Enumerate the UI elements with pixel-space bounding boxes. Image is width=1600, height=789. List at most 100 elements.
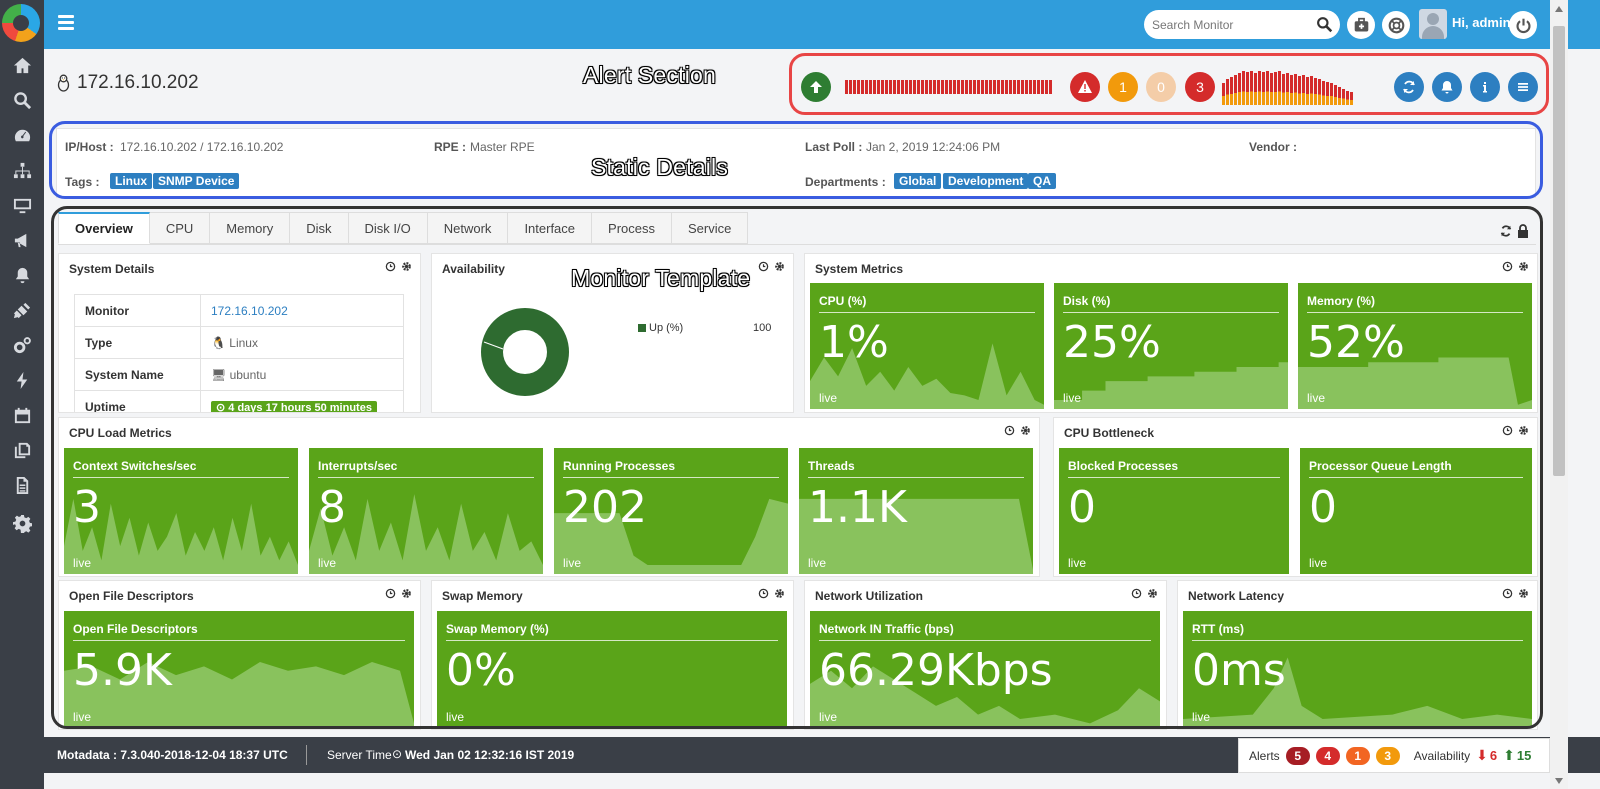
app-logo[interactable] xyxy=(2,4,40,42)
availability-bar xyxy=(993,80,996,94)
bolt-icon[interactable] xyxy=(0,362,44,398)
notification-bell-icon[interactable] xyxy=(1432,72,1462,102)
availability-bar xyxy=(913,80,916,94)
megaphone-icon[interactable] xyxy=(0,222,44,258)
copy-icon[interactable] xyxy=(0,432,44,468)
support-icon[interactable] xyxy=(1382,11,1410,39)
availability-bar xyxy=(885,80,888,94)
critical-alert-count[interactable]: 3 xyxy=(1185,72,1215,102)
settings-cogs-icon[interactable] xyxy=(0,327,44,363)
topology-icon[interactable] xyxy=(0,152,44,188)
alert-history-bar xyxy=(1250,71,1253,105)
availability-bar xyxy=(853,80,856,94)
availability-bar xyxy=(953,80,956,94)
alert-count-critical[interactable]: 4 xyxy=(1315,746,1340,765)
power-icon[interactable] xyxy=(1509,11,1537,39)
dashboard-icon[interactable] xyxy=(0,117,44,153)
alert-history-bar xyxy=(1242,71,1245,105)
menu-icon[interactable] xyxy=(1508,72,1538,102)
menu-toggle-icon[interactable] xyxy=(58,15,74,33)
alerts-label: Alerts xyxy=(1249,748,1280,763)
search-icon[interactable] xyxy=(1316,16,1333,33)
scrollbar-thumb[interactable] xyxy=(1553,26,1565,476)
availability-bar xyxy=(1005,80,1008,94)
availability-bar xyxy=(985,80,988,94)
minor-alert-count[interactable]: 0 xyxy=(1146,72,1176,102)
availability-bar xyxy=(877,80,880,94)
availability-bar xyxy=(905,80,908,94)
search-icon[interactable] xyxy=(0,82,44,118)
availability-bar xyxy=(1045,80,1048,94)
alert-history-bar xyxy=(1262,72,1265,105)
avatar[interactable] xyxy=(1419,9,1447,39)
availability-bar xyxy=(909,80,912,94)
down-arrow-icon: ⬇ xyxy=(1476,747,1488,763)
availability-bar xyxy=(945,80,948,94)
search-input[interactable] xyxy=(1152,15,1312,34)
scroll-down-arrow[interactable] xyxy=(1555,778,1563,784)
alert-history-bar xyxy=(1350,92,1353,105)
alert-history-bar xyxy=(1278,71,1281,105)
alert-history-bar xyxy=(1338,87,1341,105)
first-aid-icon[interactable] xyxy=(1347,11,1375,39)
monitor-icon[interactable] xyxy=(0,187,44,223)
report-icon[interactable] xyxy=(0,467,44,503)
alert-history-bar xyxy=(1346,91,1349,105)
alert-history-bar xyxy=(1294,74,1297,105)
up-count[interactable]: 15 xyxy=(1517,748,1531,763)
alert-count-major[interactable]: 1 xyxy=(1345,746,1370,765)
alert-count-minor[interactable]: 3 xyxy=(1375,746,1400,765)
status-up-icon[interactable] xyxy=(801,72,831,102)
availability-bar xyxy=(873,80,876,94)
availability-bar xyxy=(865,80,868,94)
availability-bar xyxy=(933,80,936,94)
info-icon[interactable] xyxy=(1470,72,1500,102)
availability-bar xyxy=(1021,80,1024,94)
alert-count-down[interactable]: 5 xyxy=(1285,746,1310,765)
plug-icon[interactable] xyxy=(0,292,44,328)
availability-bar xyxy=(989,80,992,94)
critical-alert-icon[interactable] xyxy=(1070,72,1100,102)
availability-bar xyxy=(1025,80,1028,94)
bell-icon[interactable] xyxy=(0,257,44,293)
alert-history-bar xyxy=(1334,85,1337,105)
availability-bar xyxy=(977,80,980,94)
refresh-icon[interactable] xyxy=(1394,72,1424,102)
availability-bar xyxy=(881,80,884,94)
availability-bar xyxy=(917,80,920,94)
alert-history-bar xyxy=(1238,73,1241,105)
alert-history-bar xyxy=(1322,81,1325,105)
availability-bar xyxy=(845,80,848,94)
gear-icon[interactable] xyxy=(0,505,44,541)
search-box xyxy=(1144,10,1340,39)
alert-history-bar xyxy=(1282,74,1285,105)
page-title: 172.16.10.202 xyxy=(56,72,199,94)
alert-history-bars xyxy=(1222,71,1353,105)
availability-bar xyxy=(937,80,940,94)
down-count[interactable]: 6 xyxy=(1490,748,1497,763)
availability-bar xyxy=(997,80,1000,94)
alert-history-bar xyxy=(1222,83,1225,105)
availability-bar xyxy=(1049,80,1052,94)
up-arrow-icon: ⬆ xyxy=(1503,747,1515,763)
availability-bar xyxy=(965,80,968,94)
user-greeting[interactable]: Hi, admin xyxy=(1452,15,1511,30)
version-text: Motadata : 7.3.040-2018-12-04 18:37 UTC xyxy=(57,748,288,762)
scroll-up-arrow[interactable] xyxy=(1555,6,1563,12)
availability-bar xyxy=(961,80,964,94)
alert-history-bar xyxy=(1342,89,1345,105)
alert-history-bar xyxy=(1286,73,1289,105)
availability-bar xyxy=(1009,80,1012,94)
availability-bar xyxy=(941,80,944,94)
calendar-icon[interactable] xyxy=(0,397,44,433)
availability-bar xyxy=(1041,80,1044,94)
linux-icon xyxy=(57,74,70,92)
major-alert-count[interactable]: 1 xyxy=(1108,72,1138,102)
alert-history-bar xyxy=(1246,72,1249,105)
annotation-alert-section: Alert Section xyxy=(583,62,716,88)
availability-bar xyxy=(925,80,928,94)
alert-history-bar xyxy=(1230,77,1233,105)
home-icon[interactable] xyxy=(0,47,44,83)
alert-history-bar xyxy=(1302,75,1305,105)
availability-bar xyxy=(921,80,924,94)
